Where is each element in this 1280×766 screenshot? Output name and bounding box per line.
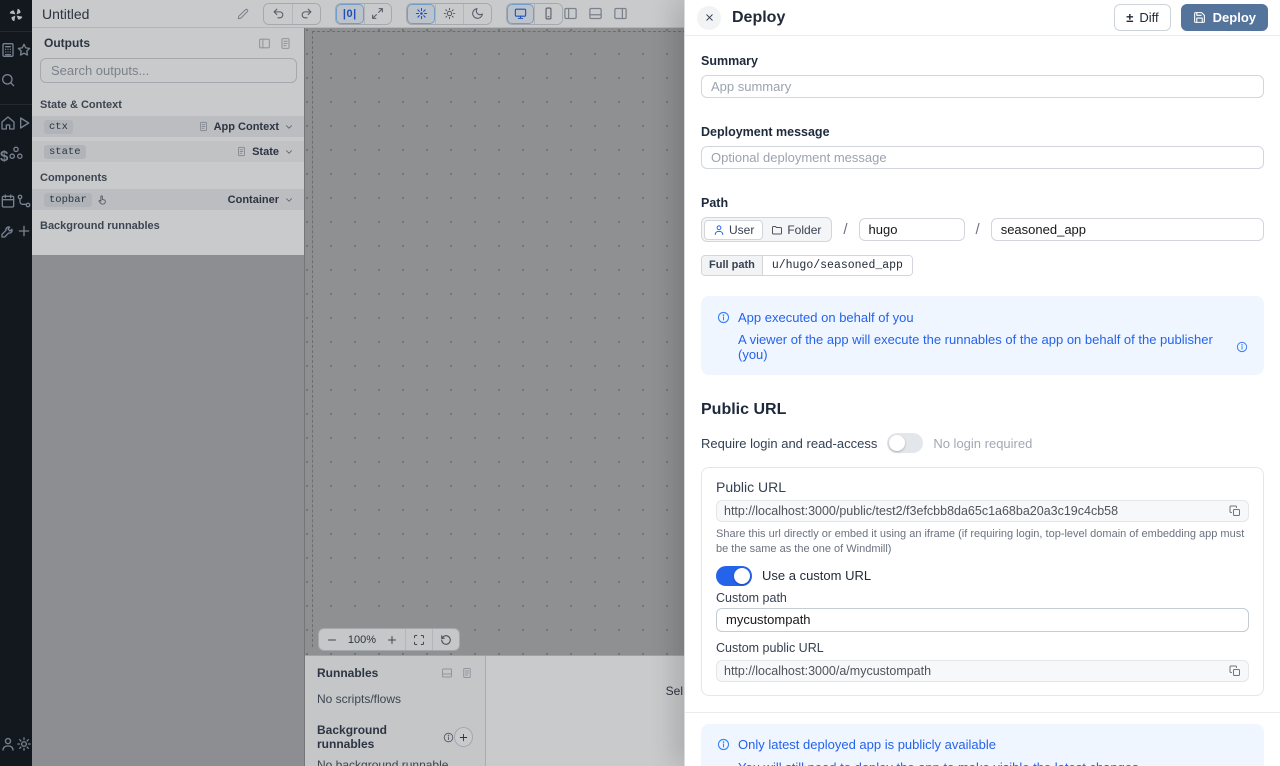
custom-path-label: Custom path — [716, 591, 1249, 605]
owner-kind-user[interactable]: User — [704, 220, 763, 240]
execute-info-box: App executed on behalf of you A viewer o… — [701, 296, 1264, 375]
public-url-heading: Public URL — [701, 401, 1264, 419]
user-icon — [713, 222, 725, 238]
require-login-toggle[interactable] — [887, 433, 923, 453]
path-row: User Folder / / — [701, 217, 1264, 242]
plus-minus-icon: ± — [1126, 10, 1133, 25]
path-separator: / — [843, 221, 847, 238]
section-divider — [685, 712, 1280, 713]
custom-path-input[interactable] — [716, 608, 1249, 632]
share-hint-text: Share this url directly or embed it usin… — [716, 527, 1249, 557]
require-login-label: Require login and read-access — [701, 436, 877, 451]
full-path-value: u/hugo/seasoned_app — [762, 256, 912, 275]
deployment-message-label: Deployment message — [701, 125, 1264, 139]
deploy-drawer: Deploy ± Diff Deploy Summary Deployment … — [684, 0, 1280, 766]
owner-kind-folder[interactable]: Folder — [763, 221, 829, 239]
deployment-message-input[interactable] — [701, 146, 1264, 169]
path-name-input[interactable] — [991, 218, 1264, 241]
info-icon[interactable] — [1236, 339, 1248, 355]
close-drawer-button[interactable] — [697, 6, 721, 30]
latest-deploy-info-box: Only latest deployed app is publicly ava… — [701, 724, 1264, 766]
path-label: Path — [701, 196, 1264, 210]
custom-url-value[interactable] — [724, 664, 1229, 678]
copy-icon[interactable] — [1229, 505, 1241, 517]
drawer-backdrop[interactable] — [0, 0, 684, 766]
owner-kind-toggle: User Folder — [701, 217, 832, 242]
diff-button[interactable]: ± Diff — [1114, 4, 1170, 31]
custom-url-label: Custom public URL — [716, 641, 1249, 655]
save-icon — [1193, 10, 1206, 26]
info-icon — [717, 309, 730, 325]
folder-icon — [771, 222, 783, 238]
copy-icon[interactable] — [1229, 665, 1241, 677]
close-icon — [704, 12, 715, 23]
summary-input[interactable] — [701, 75, 1264, 98]
latest-info-body: You will still need to deploy the app to… — [738, 760, 1139, 766]
custom-url-toggle[interactable] — [716, 566, 752, 586]
login-status-text: No login required — [933, 436, 1032, 451]
public-url-value[interactable] — [724, 504, 1229, 518]
latest-info-title: Only latest deployed app is publicly ava… — [738, 737, 996, 752]
execute-info-body: A viewer of the app will execute the run… — [738, 332, 1230, 362]
execute-info-title: App executed on behalf of you — [738, 310, 914, 325]
deploy-button[interactable]: Deploy — [1181, 4, 1268, 31]
path-separator: / — [976, 221, 980, 238]
path-owner-input[interactable] — [859, 218, 965, 241]
drawer-title: Deploy — [732, 9, 785, 27]
public-url-card-label: Public URL — [716, 479, 1249, 495]
custom-url-toggle-label: Use a custom URL — [762, 568, 871, 583]
info-icon — [717, 737, 730, 753]
summary-label: Summary — [701, 54, 1264, 68]
public-url-card: Public URL Share this url directly or em… — [701, 467, 1264, 696]
full-path-badge: Full path u/hugo/seasoned_app — [701, 255, 913, 276]
drawer-header: Deploy ± Diff Deploy — [685, 0, 1280, 36]
